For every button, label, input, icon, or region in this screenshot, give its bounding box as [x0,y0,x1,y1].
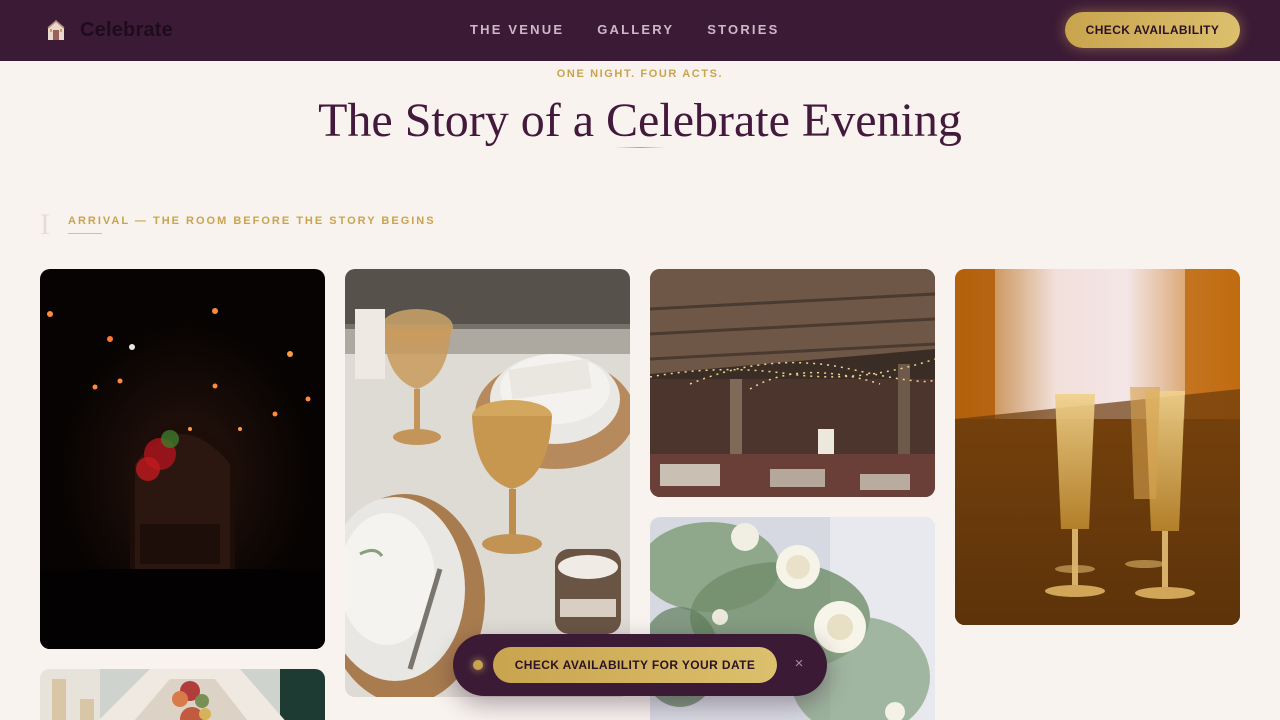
act-numeral: I [40,208,50,241]
gallery-photo-arched-hallway[interactable] [40,269,325,649]
page-title: The Story of a Celebrate Evening [318,94,962,147]
brand-name: Celebrate [80,19,173,41]
gallery-photo-table-setting[interactable] [345,269,630,697]
section-label: ARRIVAL — THE ROOM BEFORE THE STORY BEGI… [68,215,436,227]
nav-link-stories[interactable]: STORIES [707,22,779,37]
hero-kicker: ONE NIGHT. FOUR ACTS. [556,68,724,80]
title-divider [614,147,666,148]
section-label-underline [68,233,102,234]
venue-house-icon [47,20,65,40]
check-availability-for-date-button[interactable]: CHECK AVAILABILITY FOR YOUR DATE [493,647,777,683]
gallery-photo-loft-venue[interactable] [650,269,935,497]
status-dot-icon [473,660,483,670]
top-navigation: Celebrate THE VENUE GALLERY STORIES CHEC… [0,0,1280,61]
primary-nav: THE VENUE GALLERY STORIES [470,22,812,37]
nav-link-the-venue[interactable]: THE VENUE [470,22,564,37]
gallery-photo-banquet-table[interactable] [40,669,325,720]
close-icon[interactable]: × [790,654,808,674]
floating-availability-bar: CHECK AVAILABILITY FOR YOUR DATE × [453,634,827,696]
check-availability-button[interactable]: CHECK AVAILABILITY [1065,12,1240,48]
nav-link-gallery[interactable]: GALLERY [597,22,674,37]
gallery-photo-champagne-flutes[interactable] [955,269,1240,625]
brand[interactable]: Celebrate [46,19,173,41]
